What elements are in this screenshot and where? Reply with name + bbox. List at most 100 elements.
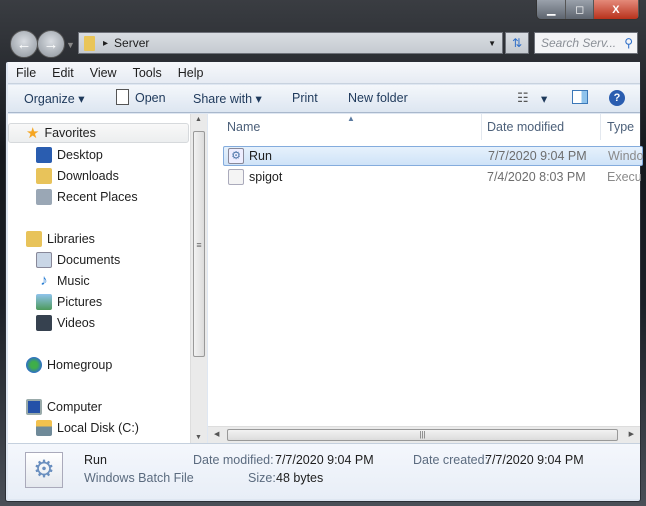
print-button[interactable]: Print bbox=[292, 91, 318, 105]
file-date: 7/4/2020 8:03 PM bbox=[487, 170, 586, 184]
details-created-value: 7/7/2020 9:04 PM bbox=[485, 453, 584, 467]
scroll-thumb[interactable]: ≡ bbox=[193, 131, 205, 357]
breadcrumb-server[interactable]: Server bbox=[114, 36, 149, 50]
details-size-value: 48 bytes bbox=[276, 471, 324, 485]
menu-file[interactable]: File bbox=[8, 66, 44, 80]
file-row-run[interactable]: ⚙ Run 7/7/2020 9:04 PM Windo bbox=[223, 146, 643, 166]
file-type: Windo bbox=[608, 149, 644, 163]
search-placeholder: Search Serv... bbox=[541, 36, 617, 50]
menu-edit[interactable]: Edit bbox=[44, 66, 82, 80]
search-icon[interactable]: ⚲ bbox=[624, 36, 633, 50]
details-created-label: Date created: bbox=[413, 453, 489, 467]
computer-icon bbox=[26, 399, 42, 415]
details-file-type: Windows Batch File bbox=[84, 471, 194, 485]
share-with-button[interactable]: Share with ▾ bbox=[193, 91, 262, 106]
navigation-scrollbar[interactable]: ▲ ≡ ▼ bbox=[190, 114, 207, 443]
sidebar-item-computer[interactable]: Computer bbox=[26, 397, 102, 417]
help-icon[interactable]: ? bbox=[609, 90, 625, 106]
views-dropdown[interactable]: ▾ bbox=[541, 91, 547, 106]
preview-pane-button[interactable] bbox=[572, 90, 588, 104]
scroll-right-icon[interactable]: ▶ bbox=[629, 430, 634, 438]
sidebar-item-documents[interactable]: Documents bbox=[36, 250, 120, 270]
column-header-type[interactable]: Type bbox=[607, 120, 634, 134]
details-size-label: Size: bbox=[248, 471, 276, 485]
homegroup-icon bbox=[26, 357, 42, 373]
navigation-pane: ★ Favorites Desktop Downloads Recent Plac… bbox=[8, 114, 190, 443]
file-name: spigot bbox=[249, 170, 283, 184]
maximize-button[interactable]: ◻ bbox=[566, 0, 594, 19]
sidebar-item-label: Local Disk (C:) bbox=[57, 421, 139, 435]
window-controls: ▁ ◻ X bbox=[536, 0, 640, 20]
address-bar[interactable]: ▸ Server ▼ bbox=[78, 32, 503, 54]
file-row-spigot[interactable]: spigot 7/4/2020 8:03 PM Execu bbox=[223, 167, 643, 187]
refresh-icon[interactable]: ⇅ bbox=[505, 32, 529, 54]
views-icon[interactable]: ☷ bbox=[517, 90, 529, 106]
sidebar-item-recent-places[interactable]: Recent Places bbox=[36, 187, 138, 207]
music-icon: ♪ bbox=[40, 272, 48, 289]
jar-file-icon bbox=[228, 169, 244, 185]
sidebar-item-favorites[interactable]: ★ Favorites bbox=[8, 123, 189, 143]
documents-icon bbox=[36, 252, 52, 268]
horizontal-scroll-thumb[interactable]: ||| bbox=[227, 429, 618, 441]
batch-file-icon: ⚙ bbox=[228, 148, 244, 164]
sidebar-item-label: Desktop bbox=[57, 148, 103, 162]
search-input[interactable]: Search Serv... ⚲ bbox=[534, 32, 638, 54]
pictures-icon bbox=[36, 294, 52, 310]
sidebar-item-local-disk[interactable]: Local Disk (C:) bbox=[36, 418, 139, 438]
sidebar-item-desktop[interactable]: Desktop bbox=[36, 145, 103, 165]
sidebar-item-downloads[interactable]: Downloads bbox=[36, 166, 119, 186]
desktop-icon bbox=[36, 147, 52, 163]
scroll-left-icon[interactable]: ◀ bbox=[214, 430, 219, 438]
sidebar-item-label: Videos bbox=[57, 316, 95, 330]
sidebar-item-label: Libraries bbox=[47, 232, 95, 246]
menu-view[interactable]: View bbox=[82, 66, 125, 80]
sidebar-item-label: Favorites bbox=[44, 126, 96, 140]
libraries-icon bbox=[26, 231, 42, 247]
minimize-button[interactable]: ▁ bbox=[537, 0, 567, 19]
command-bar: Organize ▾ Open Share with ▾ Print New f… bbox=[8, 85, 640, 113]
address-dropdown-icon[interactable]: ▼ bbox=[488, 39, 496, 48]
sidebar-item-label: Pictures bbox=[57, 295, 103, 309]
details-modified-value: 7/7/2020 9:04 PM bbox=[275, 453, 374, 467]
organize-button[interactable]: Organize ▾ bbox=[24, 91, 84, 106]
scroll-down-icon[interactable]: ▼ bbox=[195, 434, 202, 441]
open-icon bbox=[116, 89, 129, 105]
sidebar-item-pictures[interactable]: Pictures bbox=[36, 292, 102, 312]
sidebar-item-homegroup[interactable]: Homegroup bbox=[26, 355, 112, 375]
file-name: Run bbox=[249, 149, 272, 163]
back-button[interactable]: ← bbox=[10, 30, 38, 58]
open-button[interactable]: Open bbox=[135, 91, 166, 105]
batch-file-large-icon: ⚙ bbox=[25, 452, 63, 488]
videos-icon bbox=[36, 315, 52, 331]
file-date: 7/7/2020 9:04 PM bbox=[488, 149, 587, 163]
forward-button[interactable]: → bbox=[37, 30, 65, 58]
column-header-date-modified[interactable]: Date modified bbox=[487, 120, 564, 134]
local-disk-icon bbox=[36, 420, 52, 436]
sidebar-item-label: Documents bbox=[57, 253, 121, 267]
details-file-name: Run bbox=[84, 453, 107, 467]
file-list: ▲ Name Date modified Type ⚙ Run 7/7/2020… bbox=[208, 114, 643, 443]
new-folder-button[interactable]: New folder bbox=[348, 91, 408, 105]
column-header-name[interactable]: Name bbox=[227, 120, 260, 134]
details-modified-label: Date modified: bbox=[193, 453, 274, 467]
recent-pages-dropdown[interactable]: ▼ bbox=[66, 40, 75, 50]
sidebar-item-music[interactable]: ♪ Music bbox=[36, 271, 90, 291]
menu-bar: File Edit View Tools Help bbox=[8, 62, 640, 84]
sidebar-item-videos[interactable]: Videos bbox=[36, 313, 95, 333]
breadcrumb-separator[interactable]: ▸ bbox=[103, 38, 108, 49]
folder-icon bbox=[84, 35, 95, 51]
star-icon: ★ bbox=[26, 125, 40, 142]
sidebar-item-label: Recent Places bbox=[57, 190, 138, 204]
horizontal-scrollbar[interactable]: ◀ ||| ▶ bbox=[208, 426, 640, 443]
close-button[interactable]: X bbox=[593, 0, 639, 19]
menu-help[interactable]: Help bbox=[170, 66, 212, 80]
downloads-icon bbox=[36, 168, 52, 184]
menu-tools[interactable]: Tools bbox=[125, 66, 170, 80]
sidebar-item-label: Computer bbox=[47, 400, 102, 414]
sidebar-item-libraries[interactable]: Libraries bbox=[26, 229, 95, 249]
details-pane: ⚙ Run Windows Batch File Date modified: … bbox=[8, 443, 640, 499]
sidebar-item-label: Downloads bbox=[57, 169, 119, 183]
sidebar-item-label: Music bbox=[57, 274, 90, 288]
file-type: Execu bbox=[607, 170, 642, 184]
scroll-up-icon[interactable]: ▲ bbox=[195, 116, 202, 123]
